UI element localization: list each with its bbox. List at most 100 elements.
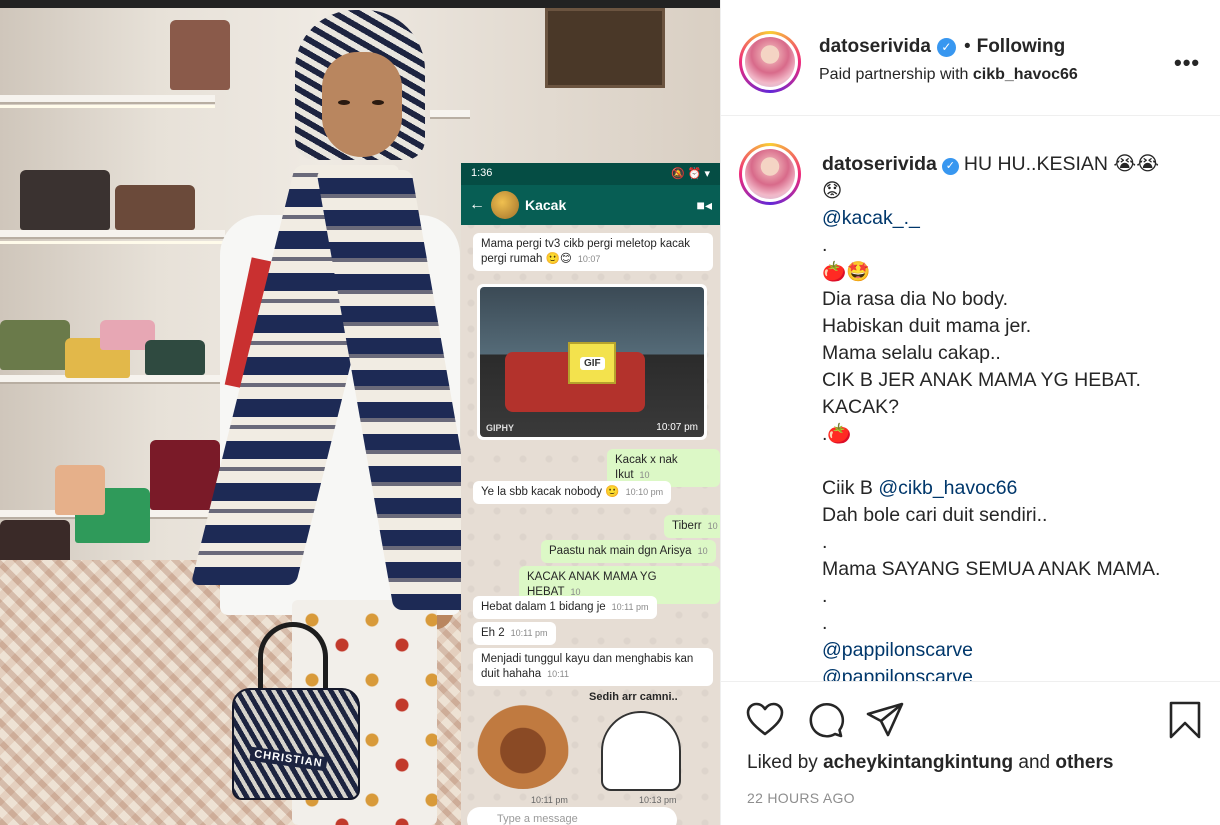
message-text: Tiberr (672, 520, 702, 532)
handbag (232, 688, 360, 800)
jerry-sticker (475, 693, 571, 789)
share-icon[interactable] (865, 700, 905, 740)
chat-message: Paastu nak main dgn Arisya 10 (541, 540, 716, 563)
message-input: Type a message (467, 807, 677, 825)
wall-frame (545, 8, 665, 88)
verified-badge-icon: ✓ (941, 158, 959, 175)
gif-badge: GIF (580, 357, 605, 370)
contact-name: Kacak (525, 197, 567, 213)
post-actions: Liked by acheykintangkintung and others … (721, 681, 1220, 825)
caption-scroll-area[interactable]: datoserivida ✓ HU HU..KESIAN 😭😭 😟 @kacak_.… (721, 117, 1220, 681)
post-photo[interactable]: CHRISTIAN 1:36 🔕 ⏰ ▾ ← Kacak ■◂ Mama per… (0, 0, 720, 825)
handbag-display (145, 340, 205, 375)
verified-badge-icon: ✓ (936, 37, 956, 57)
spongebob-gif: GIF GIPHY 10:07 pm (480, 287, 704, 437)
caption-line: . (822, 234, 828, 256)
chat-message: Hebat dalam 1 bidang je 10:11 pm (473, 596, 657, 619)
more-options-icon[interactable]: ••• (1174, 50, 1200, 76)
heart-icon[interactable] (745, 700, 785, 740)
message-time: 10:07 pm (656, 422, 698, 433)
message-text: Eh 2 (481, 627, 505, 639)
caption-line: . (822, 531, 828, 553)
username-link[interactable]: datoserivida (819, 36, 931, 58)
liked-by: Liked by acheykintangkintung and others (747, 752, 1113, 774)
partner-link[interactable]: cikb_havoc66 (973, 66, 1078, 83)
avatar-image (745, 37, 795, 87)
phone-status-bar: 1:36 🔕 ⏰ ▾ (461, 163, 720, 185)
handbag-display (150, 440, 220, 510)
contact-avatar (491, 191, 519, 219)
message-time: 10:11 pm (531, 795, 568, 805)
handbag-display (170, 20, 230, 90)
caption-avatar[interactable] (739, 143, 801, 205)
header-user-row: datoserivida ✓ • Following (819, 36, 1065, 58)
message-text: Hebat dalam 1 bidang je (481, 601, 606, 613)
liked-by-label: Liked by (747, 752, 818, 773)
caption-line-mention: Ciik B @cikb_havoc66 (822, 475, 1202, 502)
post-side-panel: datoserivida ✓ • Following Paid partners… (720, 0, 1220, 825)
mention-link[interactable]: @kacak_._ (822, 205, 1202, 232)
following-button[interactable]: Following (977, 36, 1066, 58)
message-time: 10 (707, 521, 718, 531)
back-arrow-icon: ← (469, 196, 485, 213)
giphy-label: GIPHY (486, 423, 515, 433)
whatsapp-screenshot: 1:36 🔕 ⏰ ▾ ← Kacak ■◂ Mama pergi tv3 cik… (461, 163, 720, 825)
shelf (430, 110, 470, 119)
caption-line: . (822, 612, 828, 634)
mention-link[interactable]: @pappilonscarve (822, 664, 1202, 681)
caption-line: Ciik B (822, 477, 873, 499)
caption-line: 😟 (822, 180, 843, 202)
chat-message: Mama pergi tv3 cikb pergi meletop kacak … (473, 233, 713, 271)
message-time: 10 (697, 546, 708, 556)
partnership-label: Paid partnership with (819, 66, 969, 83)
separator: • (963, 36, 971, 57)
status-time: 1:36 (471, 167, 493, 179)
shelf-light (0, 241, 225, 244)
caption-line: KACAK? (822, 396, 899, 418)
comment-icon[interactable] (805, 700, 845, 740)
avatar-frame (742, 34, 798, 90)
handbag-display (55, 465, 105, 515)
shelf (0, 95, 215, 104)
mention-link[interactable]: @pappilonscarve (822, 637, 1202, 664)
chat-header: ← Kacak ■◂ (461, 185, 720, 225)
shelf-light (0, 105, 215, 108)
message-time: 10:13 pm (639, 795, 677, 805)
crying-sticker (601, 711, 681, 791)
caption-line: Mama selalu cakap.. (822, 342, 1001, 364)
chat-message: Eh 2 10:11 pm (473, 622, 556, 645)
liked-by-user-link[interactable]: acheykintangkintung (823, 752, 1013, 773)
message-text: KACAK ANAK MAMA YG HEBAT (527, 571, 657, 598)
browser-top-edge (0, 0, 720, 8)
eye (338, 100, 350, 105)
paid-partnership: Paid partnership with cikb_havoc66 (819, 66, 1078, 84)
caption-line: 🍅🤩 (822, 261, 871, 283)
chat-message: Tiberr 10 (664, 515, 720, 538)
eye (372, 100, 384, 105)
shelf (0, 230, 225, 239)
sticker-caption: Sedih arr camni.. (589, 691, 678, 703)
caption-line: .🍅 (822, 423, 852, 445)
liked-by-others-link[interactable]: others (1055, 752, 1113, 773)
post-timestamp[interactable]: 22 HOURS AGO (747, 790, 855, 806)
message-text: Menjadi tunggul kayu dan menghabis kan d… (481, 653, 694, 680)
caption-first-line: datoserivida ✓ HU HU..KESIAN 😭😭 (822, 151, 1202, 178)
liked-and: and (1018, 752, 1051, 773)
caption-line: Habiskan duit mama jer. (822, 315, 1032, 337)
top-strip (721, 0, 1220, 8)
caption-line: Mama SAYANG SEMUA ANAK MAMA. (822, 558, 1161, 580)
message-time: 10:11 pm (510, 628, 548, 638)
video-call-icon: ■◂ (696, 196, 712, 213)
caption-username[interactable]: datoserivida (822, 153, 937, 175)
gif-message: GIF GIPHY 10:07 pm (477, 284, 707, 440)
avatar[interactable] (739, 31, 801, 93)
status-icons: 🔕 ⏰ ▾ (670, 168, 710, 180)
caption-text: datoserivida ✓ HU HU..KESIAN 😭😭 😟 @kacak_.… (822, 151, 1202, 681)
message-time: 10:07 (577, 253, 601, 264)
avatar-image (745, 149, 795, 199)
mention-link[interactable]: @cikb_havoc66 (878, 477, 1017, 499)
bookmark-icon[interactable] (1165, 700, 1205, 740)
message-time: 10:11 (547, 668, 569, 679)
message-time: 10:10 pm (625, 487, 664, 497)
